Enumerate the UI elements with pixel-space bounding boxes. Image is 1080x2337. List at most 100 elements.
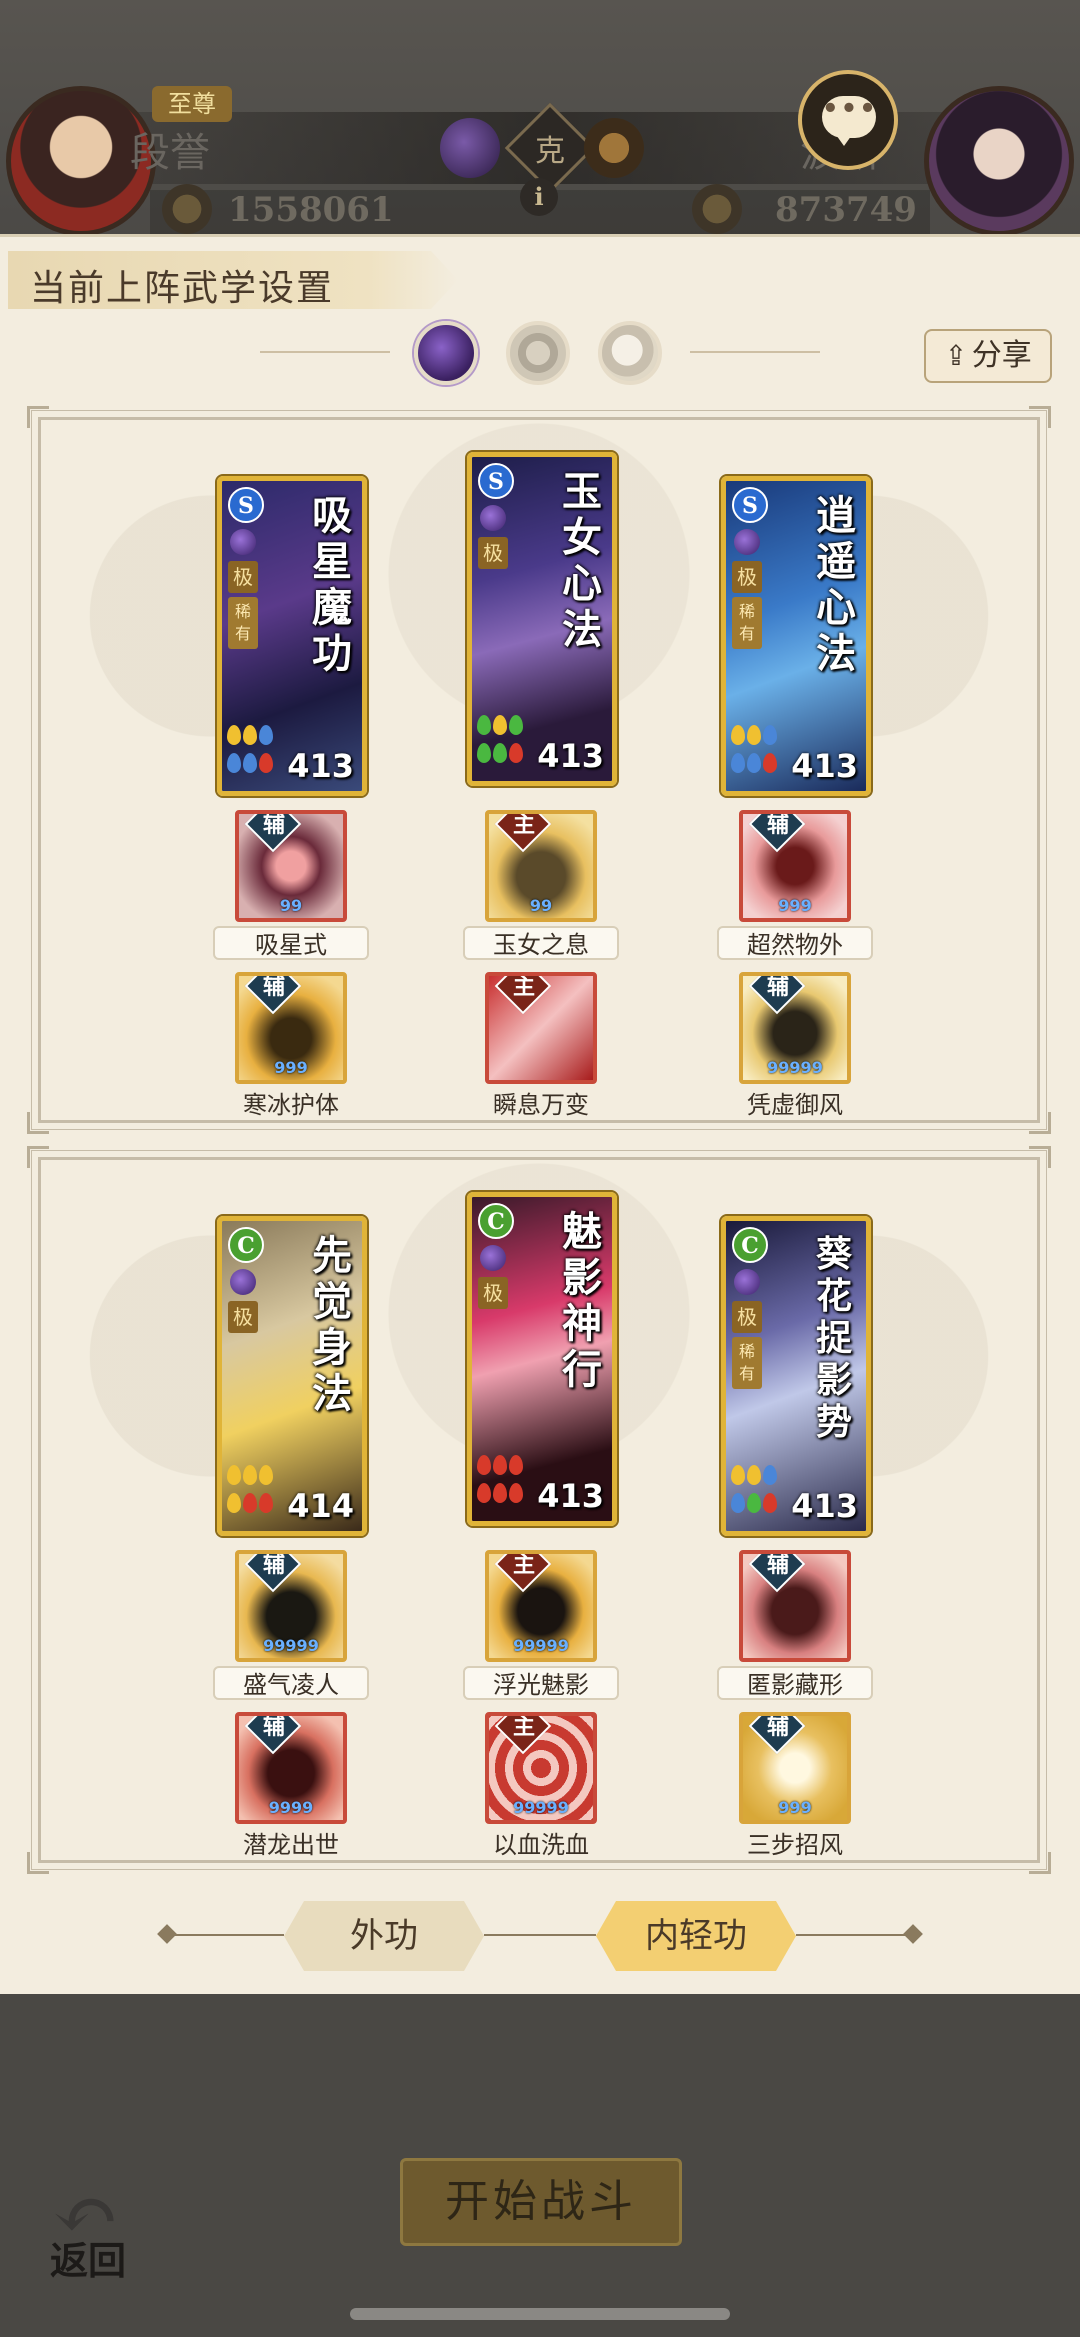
home-indicator[interactable] [350, 2308, 730, 2320]
tab-sun-icon[interactable] [506, 321, 570, 385]
skill-slot[interactable]: 主 99999 浮光魅影 [451, 1550, 631, 1700]
card-type-icon: S [732, 487, 768, 523]
skill-level: 9999 [268, 1798, 314, 1817]
tab-moon-icon[interactable] [414, 321, 478, 385]
skill-name: 凭虚御风 [747, 1091, 843, 1119]
skill-icon: 主 99999 [485, 1712, 597, 1824]
card-pips [226, 723, 286, 779]
skill-slot[interactable]: 辅 99999 盛气凌人 [201, 1550, 381, 1700]
skill-icon: 主 99 [485, 810, 597, 922]
frame-corner [1029, 1112, 1051, 1134]
skill-slot[interactable]: 辅 99999 凭虚御风 [705, 972, 885, 1122]
skill-tag: 辅 [262, 1552, 285, 1578]
martial-arts-panel: 当前上阵武学设置 ⇪ 分享 S 极 稀有 吸星魔功 413 S 极 玉女心法 4… [0, 234, 1080, 1994]
skill-tag: 主 [512, 974, 535, 1000]
skill-card[interactable]: C 极 先觉身法 414 [217, 1216, 367, 1536]
skill-icon: 辅 99 [235, 810, 347, 922]
card-power: 413 [791, 1487, 858, 1525]
skill-slot[interactable]: 主 99 玉女之息 [451, 810, 631, 960]
skill-name: 三步招风 [747, 1831, 843, 1859]
skill-name: 潜龙出世 [243, 1831, 339, 1859]
frame-corner [27, 1146, 49, 1168]
skill-slot[interactable]: 辅 匿影藏形 [705, 1550, 885, 1700]
skill-name: 瞬息万变 [493, 1091, 589, 1119]
card-power: 413 [537, 737, 604, 775]
player-right-avatar[interactable] [924, 86, 1074, 236]
panel-title: 当前上阵武学设置 [30, 268, 335, 309]
card-pips [730, 723, 790, 779]
card-pips [476, 1453, 536, 1509]
skill-name: 以血洗血 [493, 1831, 589, 1859]
skill-tag: 辅 [262, 974, 285, 1000]
skill-group-2: C 极 先觉身法 414 C 极 魅影神行 413 C 极 稀有 葵花捉影势 4… [27, 1146, 1051, 1874]
tab-inner-skills[interactable]: 内轻功 [596, 1901, 796, 1971]
chat-button[interactable]: ••• [798, 70, 898, 170]
skill-name: 玉女之息 [463, 926, 619, 960]
skill-slot[interactable]: 辅 999 超然物外 [705, 810, 885, 960]
card-pips [226, 1463, 286, 1519]
share-button[interactable]: ⇪ 分享 [924, 329, 1052, 383]
card-power: 413 [791, 747, 858, 785]
skill-icon: 辅 999 [235, 972, 347, 1084]
skill-card[interactable]: S 极 稀有 逍遥心法 413 [721, 476, 871, 796]
skill-card[interactable]: C 极 魅影神行 413 [467, 1192, 617, 1526]
card-title: 玉女心法 [562, 468, 602, 653]
skill-tag: 辅 [766, 812, 789, 838]
skill-tag: 主 [512, 1552, 535, 1578]
frame-corner [27, 1112, 49, 1134]
skill-slot[interactable]: 主 99999 以血洗血 [451, 1712, 631, 1862]
skill-slot[interactable]: 辅 9999 潜龙出世 [201, 1712, 381, 1862]
card-pips [476, 713, 536, 769]
skill-icon: 辅 999 [739, 1712, 851, 1824]
card-type-icon: C [228, 1227, 264, 1263]
info-icon[interactable]: i [520, 178, 558, 216]
skill-name: 吸星式 [213, 926, 369, 960]
card-rarity: 稀有 [732, 597, 762, 649]
skill-card[interactable]: S 极 稀有 吸星魔功 413 [217, 476, 367, 796]
card-type-icon: C [478, 1203, 514, 1239]
moon-icon [734, 529, 760, 555]
frame-corner [27, 406, 49, 428]
chat-dots: ••• [822, 94, 878, 124]
moon-icon [230, 1269, 256, 1295]
skill-icon: 主 [485, 972, 597, 1084]
panel-title-banner: 当前上阵武学设置 [8, 251, 458, 309]
card-power: 413 [287, 747, 354, 785]
skill-card[interactable]: C 极 稀有 葵花捉影势 413 [721, 1216, 871, 1536]
start-battle-button[interactable]: 开始战斗 [400, 2158, 682, 2246]
moon-icon [480, 1245, 506, 1271]
skill-tag: 辅 [766, 1552, 789, 1578]
skill-card[interactable]: S 极 玉女心法 413 [467, 452, 617, 786]
skill-tag: 辅 [262, 812, 285, 838]
skill-tag: 主 [512, 812, 535, 838]
skill-slot[interactable]: 主 瞬息万变 [451, 972, 631, 1122]
skill-level [489, 1058, 593, 1080]
skill-slot[interactable]: 辅 99 吸星式 [201, 810, 381, 960]
card-title: 先觉身法 [312, 1232, 352, 1417]
frame-corner [1029, 406, 1051, 428]
counter-label: 克 [535, 134, 565, 169]
card-title: 吸星魔功 [312, 492, 352, 677]
card-pips [730, 1463, 790, 1519]
sun-orb-icon [584, 118, 644, 178]
mode-tabs: 外功 内轻功 [157, 1897, 923, 1973]
moon-icon [230, 529, 256, 555]
back-button[interactable]: ↶ 返回 [42, 2168, 152, 2283]
skill-name: 超然物外 [717, 926, 873, 960]
skill-level: 999 [778, 1798, 812, 1817]
skill-slot[interactable]: 辅 999 寒冰护体 [201, 972, 381, 1122]
moon-orb-icon [440, 118, 500, 178]
skill-slot[interactable]: 辅 999 三步招风 [705, 1712, 885, 1862]
moon-icon [734, 1269, 760, 1295]
card-title: 魅影神行 [562, 1208, 602, 1393]
frame-corner [1029, 1146, 1051, 1168]
tab-crescent-icon[interactable] [598, 321, 662, 385]
share-icon: ⇪ [944, 339, 968, 372]
back-label: 返回 [50, 2238, 127, 2283]
coin-icon [692, 184, 742, 234]
card-type-icon: C [732, 1227, 768, 1263]
chat-bubble-tail [834, 132, 854, 146]
skill-tag: 辅 [766, 974, 789, 1000]
skill-level [743, 1636, 847, 1658]
tab-outer-skills[interactable]: 外功 [284, 1901, 484, 1971]
